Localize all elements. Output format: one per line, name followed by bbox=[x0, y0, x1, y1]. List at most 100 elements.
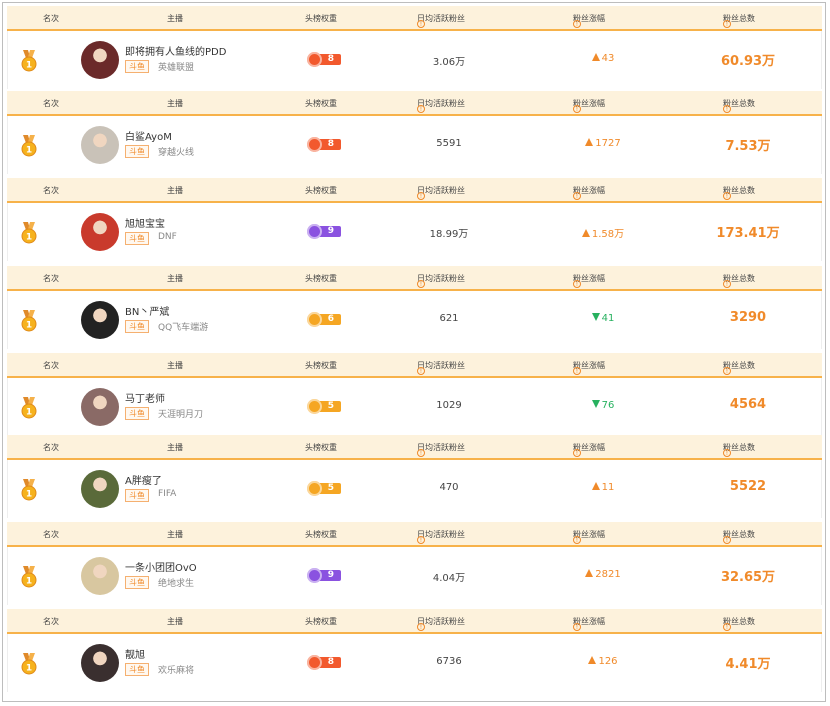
avatar[interactable] bbox=[81, 470, 119, 508]
total-fans: 32.65万 bbox=[720, 570, 776, 585]
rank-header: 名次 bbox=[43, 616, 59, 627]
total-header: ! 粉丝总数 bbox=[723, 185, 755, 200]
fan-growth: 76 bbox=[568, 400, 638, 411]
streamer-name[interactable]: 一条小团团OvO bbox=[125, 559, 197, 574]
rank-header-label: 名次 bbox=[43, 530, 59, 539]
avatar[interactable] bbox=[81, 557, 119, 595]
gold-medal-icon: 1 bbox=[20, 310, 38, 332]
weight-header-label: 头榜权重 bbox=[305, 14, 337, 23]
info-icon: ! bbox=[573, 536, 581, 544]
arrow-up-icon bbox=[581, 229, 590, 237]
avatar[interactable] bbox=[81, 388, 119, 426]
svg-text:1: 1 bbox=[26, 577, 32, 587]
info-icon: ! bbox=[573, 192, 581, 200]
total-fans: 173.41万 bbox=[716, 226, 780, 241]
fan-growth: 2821 bbox=[568, 569, 638, 580]
weight-header: 头榜权重 bbox=[305, 98, 337, 109]
weight-icon bbox=[307, 52, 322, 67]
weight-icon bbox=[307, 137, 322, 152]
info-icon: ! bbox=[723, 105, 731, 113]
game-category: 绝地求生 bbox=[158, 579, 195, 589]
streamer-name[interactable]: 白鲨AyoM bbox=[125, 128, 172, 143]
rank-header-label: 名次 bbox=[43, 443, 59, 452]
avatar[interactable] bbox=[81, 41, 119, 79]
anchor-header: 主播 bbox=[167, 98, 183, 109]
streamer-name[interactable]: 马丁老师 bbox=[125, 390, 165, 405]
table-row[interactable]: 1 BN丶严斌 斗鱼 QQ飞车端游 6 621 41 3290 bbox=[7, 291, 822, 349]
daily-active-header: ! 日均活跃粉丝 bbox=[417, 529, 465, 544]
daily-active-fans: 621 bbox=[439, 313, 459, 324]
anchor-header-label: 主播 bbox=[167, 443, 183, 452]
game-category: 天涯明月刀 bbox=[158, 410, 204, 420]
weight-icon bbox=[307, 224, 322, 239]
weight-header-label: 头榜权重 bbox=[305, 274, 337, 283]
rank-header: 名次 bbox=[43, 98, 59, 109]
table-row[interactable]: 1 即将拥有人鱼线的PDD 斗鱼 英雄联盟 8 3.06万 43 60.93万 bbox=[7, 31, 822, 89]
growth-header: ! 粉丝涨幅 bbox=[573, 273, 605, 288]
total-fans: 4564 bbox=[729, 397, 767, 412]
daily-active-fans: 18.99万 bbox=[429, 229, 469, 240]
avatar[interactable] bbox=[81, 126, 119, 164]
table-header: 名次 主播 头榜权重 ! 日均活跃粉丝 ! 粉丝涨幅 ! 粉丝总数 bbox=[7, 178, 822, 203]
avatar[interactable] bbox=[81, 301, 119, 339]
gold-medal-icon: 1 bbox=[20, 50, 38, 72]
info-icon: ! bbox=[573, 280, 581, 288]
table-row[interactable]: 1 白鲨AyoM 斗鱼 穿越火线 8 5591 1727 7.53万 bbox=[7, 116, 822, 174]
info-icon: ! bbox=[723, 623, 731, 631]
streamer-name[interactable]: 即将拥有人鱼线的PDD bbox=[125, 43, 226, 58]
table-row[interactable]: 1 靓旭 斗鱼 欢乐麻将 8 6736 126 4.41万 bbox=[7, 634, 822, 692]
table-row[interactable]: 1 A胖瘦了 斗鱼 FIFA 5 470 11 5522 bbox=[7, 460, 822, 518]
daily-active-header: ! 日均活跃粉丝 bbox=[417, 616, 465, 631]
arrow-down-icon bbox=[591, 313, 600, 321]
streamer-name[interactable]: 靓旭 bbox=[125, 646, 145, 661]
anchor-header-label: 主播 bbox=[167, 617, 183, 626]
rank-header: 名次 bbox=[43, 442, 59, 453]
total-fans: 3290 bbox=[729, 310, 767, 325]
info-icon: ! bbox=[723, 367, 731, 375]
rank-header: 名次 bbox=[43, 360, 59, 371]
streamer-name[interactable]: 旭旭宝宝 bbox=[125, 215, 165, 230]
streamer-name[interactable]: BN丶严斌 bbox=[125, 303, 169, 318]
avatar[interactable] bbox=[81, 213, 119, 251]
weight-header: 头榜权重 bbox=[305, 360, 337, 371]
table-row[interactable]: 1 一条小团团OvO 斗鱼 绝地求生 9 4.04万 2821 32.65万 bbox=[7, 547, 822, 605]
weight-header: 头榜权重 bbox=[305, 529, 337, 540]
daily-active-header: ! 日均活跃粉丝 bbox=[417, 13, 465, 28]
weight-header: 头榜权重 bbox=[305, 13, 337, 24]
weight-badge: 9 bbox=[307, 568, 341, 583]
anchor-header-label: 主播 bbox=[167, 14, 183, 23]
ranking-block: 名次 主播 头榜权重 ! 日均活跃粉丝 ! 粉丝涨幅 ! 粉丝总数 1 旭旭宝宝 斗鱼 DNF 9 18.9… bbox=[7, 178, 822, 266]
info-icon: ! bbox=[723, 20, 731, 28]
rank-header-label: 名次 bbox=[43, 617, 59, 626]
fan-growth-value: 2821 bbox=[595, 569, 621, 580]
info-icon: ! bbox=[723, 536, 731, 544]
table-row[interactable]: 1 旭旭宝宝 斗鱼 DNF 9 18.99万 1.58万 173.41万 bbox=[7, 203, 822, 261]
streamer-name[interactable]: A胖瘦了 bbox=[125, 472, 162, 487]
anchor-header: 主播 bbox=[167, 13, 183, 24]
anchor-header: 主播 bbox=[167, 185, 183, 196]
weight-icon bbox=[307, 481, 322, 496]
growth-header: ! 粉丝涨幅 bbox=[573, 360, 605, 375]
weight-badge: 5 bbox=[307, 399, 341, 414]
total-header: ! 粉丝总数 bbox=[723, 13, 755, 28]
daily-active-header: ! 日均活跃粉丝 bbox=[417, 442, 465, 457]
weight-icon bbox=[307, 655, 322, 670]
svg-text:1: 1 bbox=[26, 490, 32, 500]
svg-text:1: 1 bbox=[26, 233, 32, 243]
game-category: QQ飞车端游 bbox=[158, 323, 209, 333]
weight-badge: 8 bbox=[307, 52, 341, 67]
arrow-up-icon bbox=[585, 569, 594, 577]
table-header: 名次 主播 头榜权重 ! 日均活跃粉丝 ! 粉丝涨幅 ! 粉丝总数 bbox=[7, 522, 822, 547]
fan-growth-value: 11 bbox=[601, 482, 615, 493]
total-header: ! 粉丝总数 bbox=[723, 273, 755, 288]
table-header: 名次 主播 头榜权重 ! 日均活跃粉丝 ! 粉丝涨幅 ! 粉丝总数 bbox=[7, 6, 822, 31]
arrow-up-icon bbox=[591, 53, 600, 61]
daily-active-header: ! 日均活跃粉丝 bbox=[417, 98, 465, 113]
info-icon: ! bbox=[573, 20, 581, 28]
info-icon: ! bbox=[573, 449, 581, 457]
total-fans: 7.53万 bbox=[725, 139, 771, 154]
daily-active-fans: 5591 bbox=[436, 138, 462, 149]
game-category: 英雄联盟 bbox=[158, 63, 195, 73]
avatar[interactable] bbox=[81, 644, 119, 682]
table-row[interactable]: 1 马丁老师 斗鱼 天涯明月刀 5 1029 76 4564 bbox=[7, 378, 822, 436]
